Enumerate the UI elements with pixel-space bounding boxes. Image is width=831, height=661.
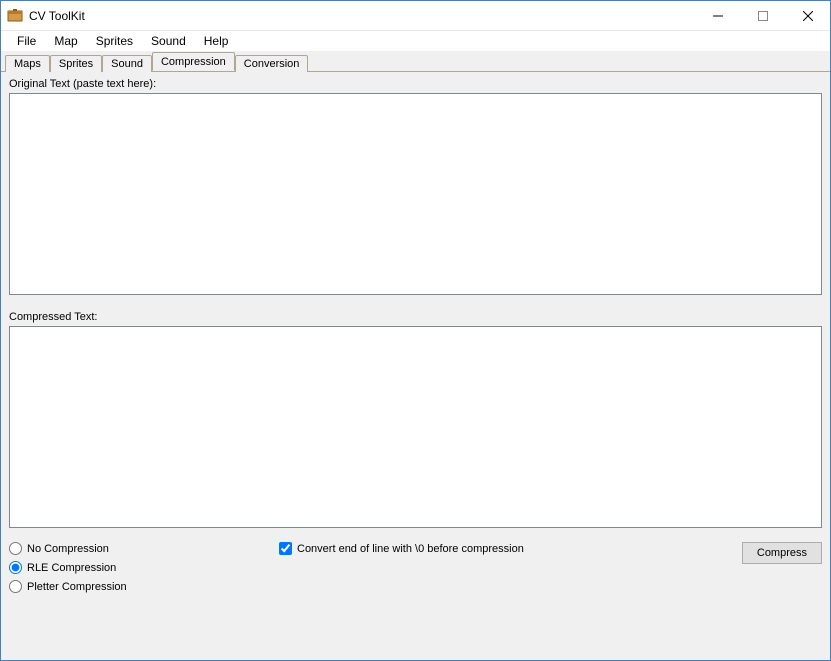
tab-sound[interactable]: Sound <box>102 55 152 72</box>
tab-maps[interactable]: Maps <box>5 55 50 72</box>
radio-pletter-compression[interactable]: Pletter Compression <box>9 580 279 593</box>
menu-map[interactable]: Map <box>46 32 85 50</box>
checkbox-col: Convert end of line with \0 before compr… <box>279 542 742 555</box>
convert-eol-checkbox-input[interactable] <box>279 542 292 555</box>
convert-eol-checkbox-label: Convert end of line with \0 before compr… <box>297 543 524 555</box>
minimize-button[interactable] <box>695 1 740 30</box>
convert-eol-checkbox[interactable]: Convert end of line with \0 before compr… <box>279 542 742 555</box>
radio-pletter-compression-label: Pletter Compression <box>27 581 127 593</box>
window-controls <box>695 1 830 30</box>
maximize-button[interactable] <box>740 1 785 30</box>
compressed-text-input[interactable] <box>9 326 822 528</box>
app-icon <box>7 8 23 24</box>
radio-no-compression[interactable]: No Compression <box>9 542 279 555</box>
original-text-label: Original Text (paste text here): <box>9 78 822 90</box>
radio-no-compression-label: No Compression <box>27 543 109 555</box>
window-title: CV ToolKit <box>29 9 695 23</box>
compression-radio-group: No Compression RLE Compression Pletter C… <box>9 542 279 593</box>
menu-help[interactable]: Help <box>196 32 237 50</box>
tab-conversion[interactable]: Conversion <box>235 55 309 72</box>
radio-rle-compression-label: RLE Compression <box>27 562 116 574</box>
compressed-text-label: Compressed Text: <box>9 311 822 323</box>
compress-button[interactable]: Compress <box>742 542 822 564</box>
options-row: No Compression RLE Compression Pletter C… <box>9 542 822 593</box>
radio-pletter-compression-input[interactable] <box>9 580 22 593</box>
original-text-input[interactable] <box>9 93 822 295</box>
close-button[interactable] <box>785 1 830 30</box>
title-bar: CV ToolKit <box>1 1 830 31</box>
radio-rle-compression[interactable]: RLE Compression <box>9 561 279 574</box>
radio-no-compression-input[interactable] <box>9 542 22 555</box>
radio-rle-compression-input[interactable] <box>9 561 22 574</box>
tab-compression[interactable]: Compression <box>152 52 235 71</box>
tab-strip: Maps Sprites Sound Compression Conversio… <box>1 51 830 72</box>
tab-content: Original Text (paste text here): Compres… <box>1 72 830 660</box>
app-window: CV ToolKit File Map Sprites Sound Help M… <box>0 0 831 661</box>
menu-sprites[interactable]: Sprites <box>88 32 141 50</box>
button-col: Compress <box>742 542 822 564</box>
menu-file[interactable]: File <box>9 32 44 50</box>
tab-sprites[interactable]: Sprites <box>50 55 102 72</box>
menu-bar: File Map Sprites Sound Help <box>1 31 830 51</box>
menu-sound[interactable]: Sound <box>143 32 194 50</box>
